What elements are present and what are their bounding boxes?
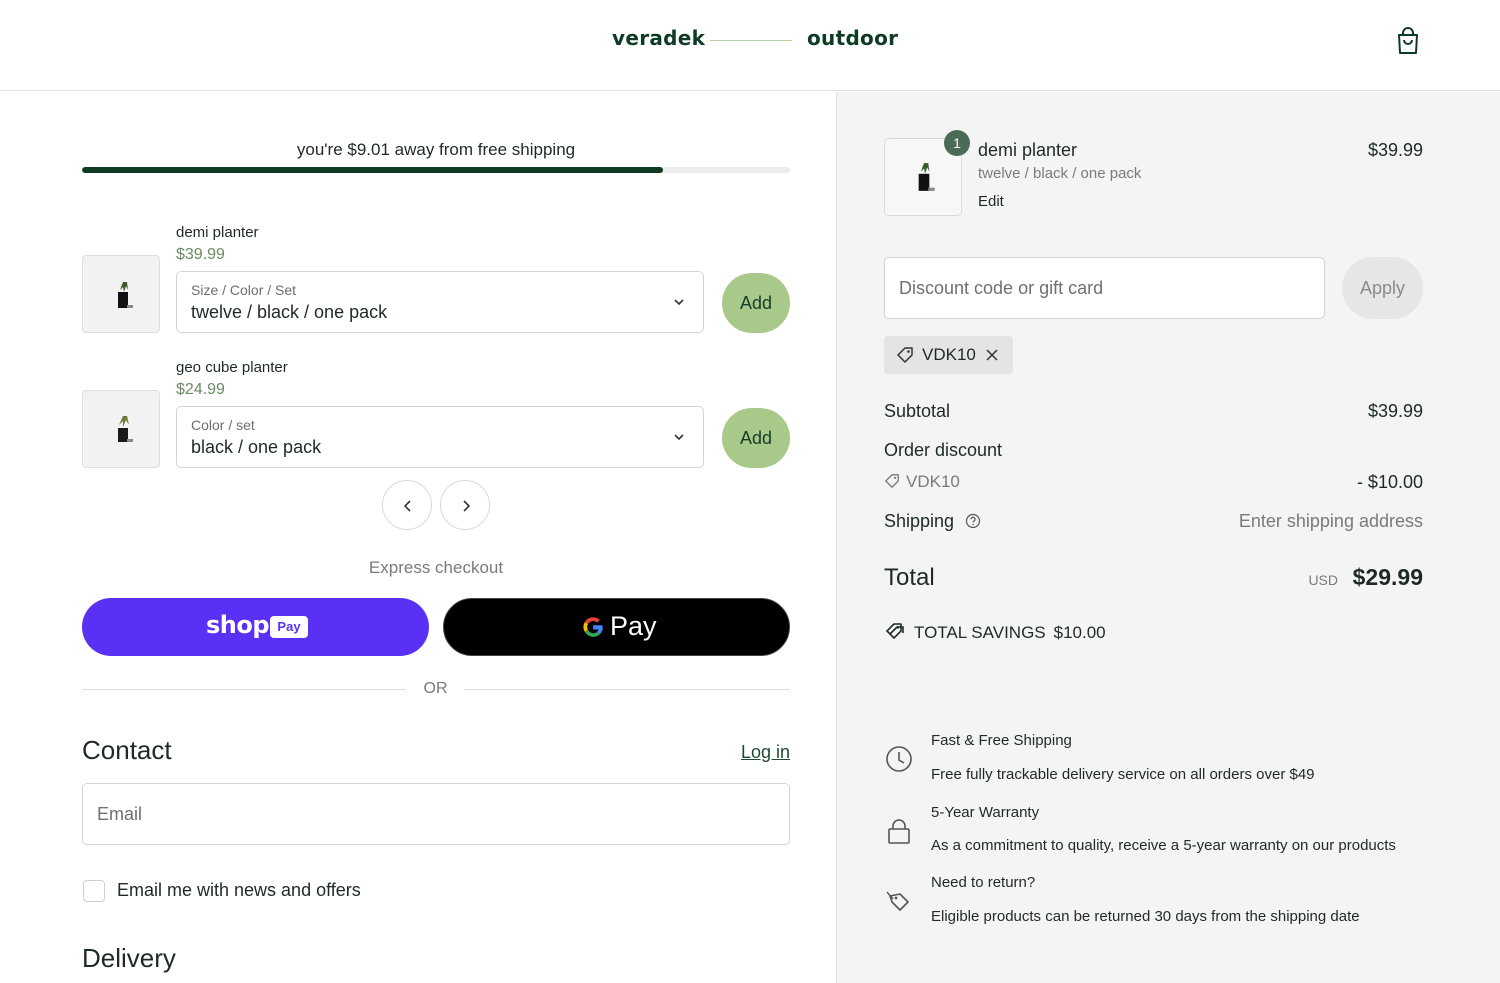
- free-shipping-progress-bar: [82, 167, 790, 173]
- header: veradek outdoor: [0, 0, 1500, 91]
- order-discount-code: VDK10: [884, 472, 960, 492]
- chevron-left-icon: [403, 500, 411, 512]
- total-savings-label: TOTAL SAVINGS: [914, 623, 1046, 642]
- newsletter-label[interactable]: Email me with news and offers: [117, 880, 361, 901]
- upsell-price: $39.99: [176, 246, 225, 263]
- variant-select-label: Color / set: [191, 417, 255, 433]
- upsell-price: $24.99: [176, 381, 225, 398]
- shop-pay-button[interactable]: shop Pay: [82, 598, 429, 656]
- contact-heading: Contact: [82, 735, 172, 765]
- shipping-row: Shipping: [884, 511, 981, 532]
- google-g-icon: [583, 617, 603, 637]
- feature-description: As a commitment to quality, receive a 5-…: [931, 837, 1396, 854]
- applied-discount-chip: VDK10: [884, 336, 1013, 374]
- total-label: Total: [884, 564, 935, 591]
- brand-divider: [710, 40, 792, 41]
- feature-title: Fast & Free Shipping: [931, 732, 1072, 749]
- divider: [465, 689, 790, 690]
- login-link[interactable]: Log in: [741, 742, 790, 763]
- feature-title: Need to return?: [931, 874, 1036, 891]
- order-summary: 1 demi planter twelve / black / one pack…: [836, 92, 1500, 983]
- shopping-bag-icon[interactable]: [1394, 26, 1422, 56]
- order-discount-code-text: VDK10: [906, 472, 960, 491]
- currency-code: USD: [1308, 572, 1338, 588]
- google-pay-button[interactable]: Pay: [443, 598, 790, 656]
- planter-image: [118, 416, 133, 442]
- variant-select-value: twelve / black / one pack: [191, 302, 388, 322]
- return-tag-icon: [886, 891, 909, 911]
- quantity-badge: 1: [944, 130, 970, 156]
- order-discount-value: - $10.00: [1356, 472, 1423, 492]
- subtotal-value: $39.99: [1367, 401, 1423, 421]
- upsell-thumbnail[interactable]: [82, 390, 160, 468]
- total-savings: TOTAL SAVINGS $10.00: [884, 621, 1106, 643]
- upsell-name: demi planter: [176, 224, 259, 241]
- delivery-heading: Delivery: [82, 943, 176, 973]
- savings-tag-icon: [886, 623, 904, 639]
- applied-discount-code: VDK10: [922, 345, 976, 364]
- chevron-down-icon: [674, 299, 684, 306]
- shop-pay-badge: Pay: [270, 616, 308, 638]
- checkout-main: you're $9.01 away from free shipping dem…: [0, 92, 836, 983]
- subtotal-label: Subtotal: [884, 401, 951, 421]
- chevron-right-icon: [463, 500, 471, 512]
- upsell-name: geo cube planter: [176, 359, 288, 376]
- order-discount-label: Order discount: [884, 440, 1003, 460]
- clock-icon: [886, 746, 912, 772]
- brand-logo[interactable]: veradek outdoor: [612, 26, 898, 54]
- google-pay-label: Pay: [610, 611, 657, 641]
- total-savings-value: $10.00: [1053, 623, 1106, 642]
- divider: [82, 689, 406, 690]
- variant-select-label: Size / Color / Set: [191, 282, 297, 298]
- add-upsell-button[interactable]: Add: [722, 408, 790, 468]
- shipping-value: Enter shipping address: [1238, 511, 1423, 531]
- brand-name-right: outdoor: [807, 26, 899, 50]
- cart-item-price: $39.99: [1367, 140, 1423, 160]
- tag-icon: [897, 347, 913, 363]
- cart-item-name: demi planter: [978, 140, 1078, 160]
- free-shipping-message: you're $9.01 away from free shipping: [296, 140, 576, 159]
- carousel-next-button[interactable]: [440, 480, 490, 530]
- feature-title: 5-Year Warranty: [931, 804, 1040, 821]
- carousel-prev-button[interactable]: [382, 480, 432, 530]
- cart-item-edit-link[interactable]: Edit: [978, 193, 1004, 210]
- upsell-thumbnail[interactable]: [82, 255, 160, 333]
- feature-description: Eligible products can be returned 30 day…: [931, 908, 1360, 925]
- shop-pay-logo: shop: [206, 611, 270, 639]
- or-separator: OR: [423, 680, 448, 697]
- cart-item-variant: twelve / black / one pack: [978, 165, 1142, 182]
- planter-image: [918, 163, 935, 191]
- close-icon[interactable]: [985, 348, 999, 362]
- lock-icon: [888, 819, 910, 844]
- add-upsell-button[interactable]: Add: [722, 273, 790, 333]
- total-value: $29.99: [1352, 564, 1423, 590]
- shipping-label: Shipping: [884, 511, 955, 531]
- discount-code-field[interactable]: [884, 257, 1325, 319]
- brand-name-left: veradek: [612, 26, 706, 50]
- variant-select[interactable]: Size / Color / Set twelve / black / one …: [176, 271, 704, 333]
- variant-select-value: black / one pack: [191, 437, 322, 457]
- upsell-item: geo cube planter $24.99 Color / set blac…: [82, 359, 790, 479]
- planter-image: [118, 282, 133, 308]
- progress-fill: [82, 167, 663, 173]
- upsell-item: demi planter $39.99 Size / Color / Set t…: [82, 224, 790, 344]
- email-field[interactable]: [82, 783, 790, 845]
- chevron-down-icon: [674, 434, 684, 441]
- tag-icon: [885, 474, 899, 488]
- newsletter-checkbox[interactable]: [83, 880, 105, 902]
- apply-discount-button[interactable]: Apply: [1342, 257, 1423, 319]
- variant-select[interactable]: Color / set black / one pack: [176, 406, 704, 468]
- help-icon[interactable]: [965, 513, 981, 529]
- feature-description: Free fully trackable delivery service on…: [931, 766, 1315, 783]
- express-checkout-label: Express checkout: [368, 558, 504, 577]
